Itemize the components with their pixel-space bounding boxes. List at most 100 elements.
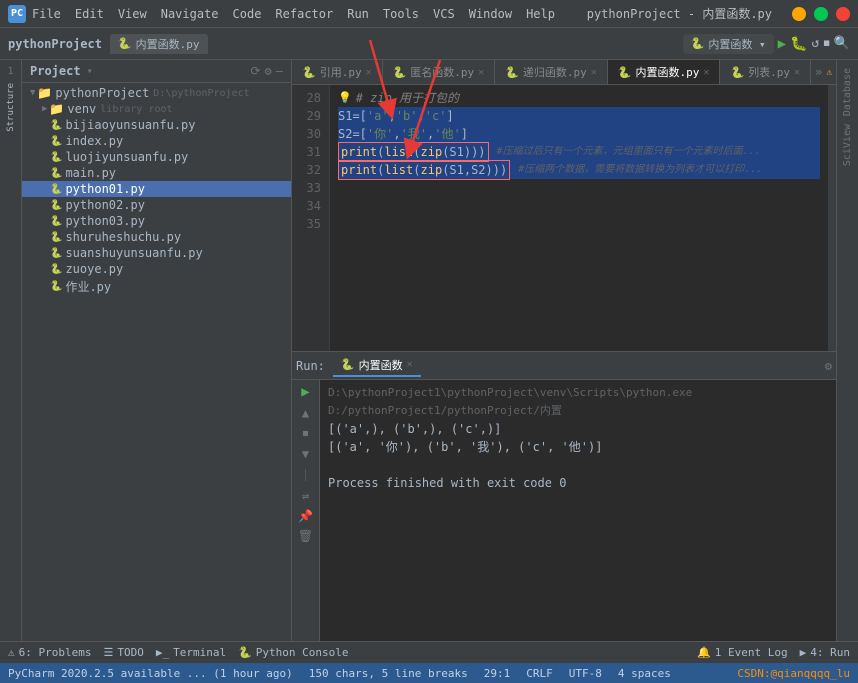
py-icon-shuru: 🐍 <box>50 232 62 243</box>
database-panel-toggle[interactable]: Database <box>840 64 855 120</box>
run-tab-neizhi[interactable]: 🐍 内置函数 ✕ <box>333 355 421 377</box>
output-line-2: [('a', '你'), ('b', '我'), ('c', '他')] <box>328 438 828 456</box>
run-stop-button[interactable]: ⏹ <box>302 426 308 441</box>
line-num-33: 33 <box>296 179 325 197</box>
project-panel-header: Project ▾ ⟳ ⚙ — <box>22 60 291 83</box>
folder-icon-venv: 📁 <box>49 102 64 116</box>
python-console-status[interactable]: 🐍 Python Console <box>238 646 348 659</box>
run-wrap-button[interactable]: ⇌ <box>302 489 309 503</box>
tab-neizhi[interactable]: 🐍 内置函数.py ✕ <box>608 60 721 84</box>
structure-icon[interactable]: Structure <box>4 81 18 134</box>
run-left-strip: ▶ ▲ ⏹ ▼ ⇌ 📌 🗑 <box>292 380 320 641</box>
tree-item-zuoyecn[interactable]: 🐍 作业.py <box>22 277 291 296</box>
tab-close-digui[interactable]: ✕ <box>591 67 597 78</box>
status-bar: ⚠ 6: Problems ☰ TODO ▶_ Terminal 🐍 Pytho… <box>0 641 858 663</box>
tab-liebiao[interactable]: 🐍 列表.py ✕ <box>720 60 811 84</box>
tree-item-luoji[interactable]: 🐍 luojiyunsuanfu.py <box>22 149 291 165</box>
left-strip-icon-1[interactable]: 1 <box>5 64 15 79</box>
code-text-30: S2=['你','我','他'] <box>338 125 468 143</box>
tabs-scroll-right[interactable]: » <box>811 65 826 79</box>
output-line-path: D:\pythonProject1\pythonProject\venv\Scr… <box>328 384 828 420</box>
run-pin-button[interactable]: 📌 <box>298 509 313 523</box>
run-play-button[interactable]: ▶ <box>301 384 309 400</box>
tree-item-python02[interactable]: 🐍 python02.py <box>22 197 291 213</box>
tree-item-label-main: main.py <box>65 166 116 180</box>
project-file-tab[interactable]: 🐍 内置函数.py <box>110 34 208 54</box>
availability-label[interactable]: PyCharm 2020.2.5 available ... (1 hour a… <box>8 667 293 680</box>
event-log-status[interactable]: 🔔 1 Event Log <box>697 646 788 659</box>
menu-file[interactable]: File <box>32 7 61 21</box>
tree-root[interactable]: ▼ 📁 pythonProject D:\pythonProject <box>22 85 291 101</box>
run-up-button[interactable]: ▲ <box>302 406 309 420</box>
project-panel: Project ▾ ⟳ ⚙ — ▼ 📁 pythonProject D:\pyt… <box>22 60 292 641</box>
run-config-selector[interactable]: 🐍 内置函数 ▾ <box>683 34 774 54</box>
run-down-button[interactable]: ▼ <box>302 447 309 461</box>
tree-item-python01[interactable]: 🐍 python01.py <box>22 181 291 197</box>
tree-item-venv[interactable]: ▶ 📁 venv library root <box>22 101 291 117</box>
close-button[interactable] <box>836 7 850 21</box>
terminal-status[interactable]: ▶_ Terminal <box>156 646 226 659</box>
project-tree: ▼ 📁 pythonProject D:\pythonProject ▶ 📁 v… <box>22 83 291 641</box>
menu-help[interactable]: Help <box>526 7 555 21</box>
menu-tools[interactable]: Tools <box>383 7 419 21</box>
run-label: Run: <box>296 359 325 373</box>
tree-item-bijiao[interactable]: 🐍 bijiaoyunsuanfu.py <box>22 117 291 133</box>
tree-item-label-python01: python01.py <box>65 182 144 196</box>
run-button[interactable]: ▶ <box>778 36 786 52</box>
menu-window[interactable]: Window <box>469 7 512 21</box>
minimize-panel-icon[interactable]: — <box>276 64 283 78</box>
menu-vcs[interactable]: VCS <box>433 7 455 21</box>
menu-edit[interactable]: Edit <box>75 7 104 21</box>
tree-item-main[interactable]: 🐍 main.py <box>22 165 291 181</box>
expand-arrow-venv: ▶ <box>42 104 47 114</box>
tab-close-liebiao[interactable]: ✕ <box>794 67 800 78</box>
run-clear-button[interactable]: 🗑 <box>298 529 313 543</box>
code-line-30: S2=['你','我','他'] <box>338 125 820 143</box>
tab-label-yinyong: 引用.py <box>320 64 362 80</box>
tab-yinyong[interactable]: 🐍 引用.py ✕ <box>292 60 383 84</box>
tree-item-label-zuoyecn: 作业.py <box>65 278 111 295</box>
tab-close-niming[interactable]: ✕ <box>478 67 484 78</box>
todo-status[interactable]: ☰ TODO <box>103 646 143 659</box>
problems-icon: ⚠ <box>8 646 15 659</box>
refresh-button[interactable]: ↺ <box>811 36 819 51</box>
tree-item-index[interactable]: 🐍 index.py <box>22 133 291 149</box>
tree-item-sublabel-venv: library root <box>100 104 172 115</box>
app-logo: PC <box>8 5 26 23</box>
tab-niming[interactable]: 🐍 匿名函数.py ✕ <box>383 60 496 84</box>
sciview-panel-toggle[interactable]: SciView <box>840 120 855 170</box>
editor-scrollbar[interactable] <box>828 85 836 351</box>
maximize-button[interactable] <box>814 7 828 21</box>
menu-code[interactable]: Code <box>233 7 262 21</box>
todo-icon: ☰ <box>103 646 113 659</box>
problems-status[interactable]: ⚠ 6: Problems <box>8 646 91 659</box>
tab-digui[interactable]: 🐍 递归函数.py ✕ <box>495 60 608 84</box>
menu-refactor[interactable]: Refactor <box>275 7 333 21</box>
run-tab-icon: 🐍 <box>341 358 355 371</box>
tab-close-yinyong[interactable]: ✕ <box>366 67 372 78</box>
panel-dropdown-icon[interactable]: ▾ <box>87 66 93 77</box>
sync-icon[interactable]: ⟳ <box>250 64 260 78</box>
tree-root-path: D:\pythonProject <box>153 88 249 99</box>
minimize-button[interactable] <box>792 7 806 21</box>
tab-close-neizhi[interactable]: ✕ <box>703 67 709 78</box>
menu-navigate[interactable]: Navigate <box>161 7 219 21</box>
python-console-icon: 🐍 <box>238 646 252 659</box>
code-content[interactable]: 💡 # zip 用于打包的 S1=['a','b','c'] S2=['你','… <box>330 85 828 351</box>
search-everywhere-button[interactable]: 🔍 <box>834 36 850 51</box>
tree-item-shuru[interactable]: 🐍 shuruheshuchu.py <box>22 229 291 245</box>
gear-icon[interactable]: ⚙ <box>265 64 272 78</box>
run-settings-button[interactable]: ⚙ <box>825 359 832 373</box>
menu-view[interactable]: View <box>118 7 147 21</box>
stop-button[interactable]: ⏹ <box>823 36 830 51</box>
tree-item-zuoye[interactable]: 🐍 zuoye.py <box>22 261 291 277</box>
tab-icon-niming: 🐍 <box>393 66 407 79</box>
run-divider <box>305 469 306 481</box>
debug-button[interactable]: 🐛 <box>790 36 807 52</box>
menu-run[interactable]: Run <box>347 7 369 21</box>
run-tab-close[interactable]: ✕ <box>407 359 413 370</box>
tree-item-suanshu[interactable]: 🐍 suanshuyunsuanfu.py <box>22 245 291 261</box>
run-status[interactable]: ▶ 4: Run <box>800 646 850 659</box>
tree-item-python03[interactable]: 🐍 python03.py <box>22 213 291 229</box>
line-num-30: 30 <box>296 125 325 143</box>
